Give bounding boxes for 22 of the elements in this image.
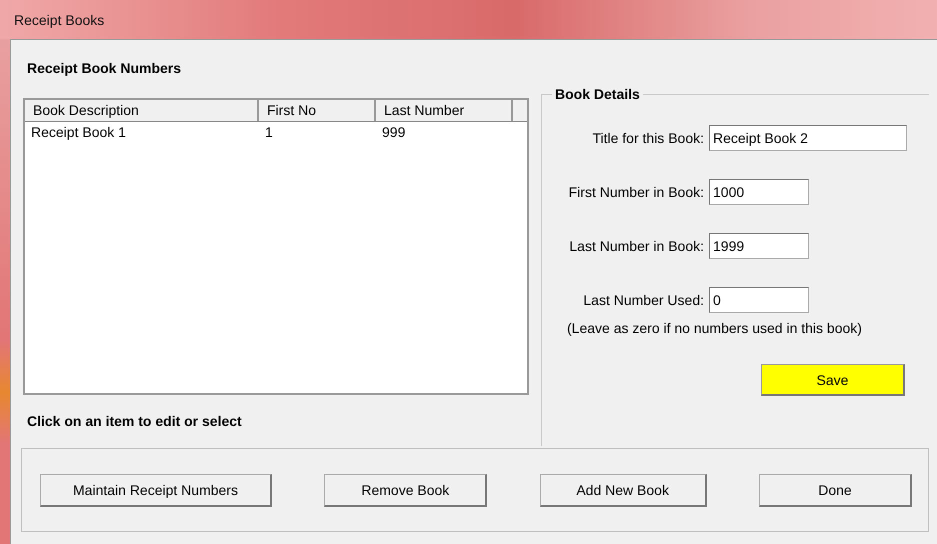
input-field[interactable]: 1000 [709, 179, 809, 205]
input-field[interactable]: 1999 [709, 233, 809, 259]
table-cell-text: 999 [381, 124, 406, 140]
field-label: Title for this Book: [591, 130, 705, 146]
hint-text: Click on an item to edit or select [26, 412, 243, 429]
action-button[interactable]: Maintain Receipt Numbers [40, 474, 272, 506]
action-button[interactable]: Done [758, 474, 912, 506]
group-title: Book Details [552, 86, 643, 102]
note-text: (Leave as zero if no numbers used in this book) [566, 320, 863, 336]
action-button[interactable]: Add New Book [540, 474, 707, 506]
window-title: Receipt Books [14, 12, 104, 28]
field-label: Last Number Used: [582, 292, 705, 308]
input-field[interactable]: Receipt Book 2 [709, 125, 907, 151]
field-label: Last Number in Book: [568, 238, 705, 254]
field-label: First Number in Book: [568, 184, 705, 200]
save-button[interactable]: Save [761, 364, 905, 396]
action-button[interactable]: Remove Book [324, 474, 488, 506]
section-heading: Receipt Book Numbers [26, 59, 182, 78]
list-row[interactable]: Receipt Book 1 1 999 [25, 122, 527, 142]
table-cell-text: Receipt Book 1 [30, 124, 127, 140]
table-cell-text: 1 [264, 124, 274, 140]
input-field[interactable]: 0 [709, 287, 809, 313]
